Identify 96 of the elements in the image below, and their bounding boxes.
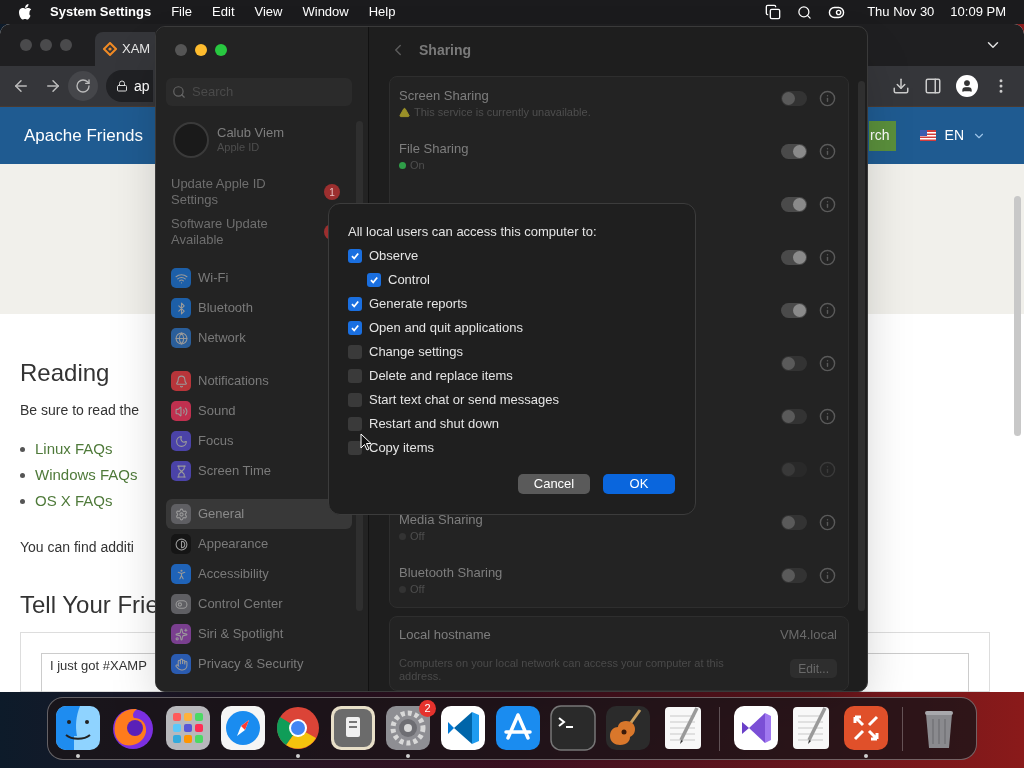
browser-tab[interactable]: XAM [95, 32, 155, 66]
person-icon [960, 79, 974, 94]
faq-link[interactable]: Windows FAQs [35, 465, 138, 485]
checkmark-icon [350, 323, 360, 333]
notification-badge: 2 [419, 700, 436, 717]
side-panel-icon[interactable] [924, 77, 942, 96]
hostname-value: VM4.local [779, 625, 837, 644]
reload-button[interactable] [68, 71, 98, 102]
checkbox[interactable] [348, 345, 362, 359]
checkbox[interactable] [348, 369, 362, 383]
toggle-switch[interactable] [781, 302, 807, 318]
checkbox[interactable] [348, 417, 362, 431]
sidebar-item[interactable]: General [166, 499, 352, 529]
dialog-title: All local users can access this computer to: [348, 223, 598, 241]
pane-title: Sharing [419, 40, 472, 60]
checkbox-label[interactable]: Delete and replace items [369, 366, 513, 386]
running-indicator [76, 754, 80, 758]
alert-badge: 1 [324, 184, 340, 200]
sidebar-item[interactable]: Privacy & Security [166, 649, 352, 679]
service-name: Bluetooth Sharing [399, 563, 503, 581]
checkbox[interactable] [348, 321, 362, 335]
minimize-button[interactable] [195, 44, 207, 56]
sidebar-item[interactable]: Accessibility [166, 559, 352, 589]
running-indicator [864, 754, 868, 758]
download-icon[interactable] [892, 77, 910, 96]
toggle-switch[interactable] [781, 143, 807, 159]
diamond-icon [103, 42, 117, 56]
dialog-button[interactable]: Cancel [518, 474, 590, 494]
screen-mirroring-icon[interactable] [765, 4, 782, 20]
checkbox[interactable] [367, 273, 381, 287]
notice-item[interactable]: Software Update Available [171, 216, 301, 248]
toggle-switch[interactable] [781, 408, 807, 424]
toggle-switch[interactable] [781, 249, 807, 265]
search-icon [172, 85, 186, 99]
checkbox-label[interactable]: Observe [369, 246, 419, 266]
checkbox-label[interactable]: Change settings [369, 342, 463, 362]
menu-item[interactable]: Edit [212, 2, 235, 22]
toggle-switch[interactable] [781, 196, 807, 212]
dock-item[interactable]: 2 [384, 704, 432, 758]
sidebar-item[interactable]: Control Center [166, 589, 352, 619]
site-brand[interactable]: Apache Friends [24, 122, 144, 149]
menu-item[interactable]: Help [368, 2, 396, 22]
app-menu[interactable]: System Settings [50, 2, 152, 22]
account-name[interactable]: Calub Viem [217, 125, 284, 140]
checkbox[interactable] [348, 393, 362, 407]
checkbox[interactable] [348, 249, 362, 263]
toggle-switch[interactable] [781, 567, 807, 583]
menu-item[interactable]: File [171, 2, 193, 22]
flag-icon [919, 130, 936, 142]
paragraph: You can find additi [20, 538, 134, 557]
menu-bar-date[interactable]: Thu Nov 30 [867, 2, 935, 22]
checkmark-icon [369, 275, 379, 285]
sidebar-item[interactable]: Appearance [166, 529, 352, 559]
hostname-label: Local hostname [399, 625, 491, 644]
search-icon[interactable] [797, 4, 813, 20]
toggle-switch[interactable] [781, 514, 807, 530]
apple-logo-icon[interactable] [18, 4, 32, 20]
page-scrollbar[interactable] [1014, 196, 1021, 436]
checkbox-label[interactable]: Restart and shut down [369, 414, 500, 434]
profile-button[interactable] [956, 75, 978, 98]
faq-link[interactable]: OS X FAQs [35, 491, 113, 511]
toggle-switch[interactable] [781, 90, 807, 106]
menu-item[interactable]: View [254, 2, 283, 22]
zoom-button[interactable] [215, 44, 227, 56]
running-indicator [296, 754, 300, 758]
bullet-icon [20, 498, 25, 504]
checkbox[interactable] [348, 441, 362, 455]
section-heading: Reading [20, 358, 110, 388]
lock-icon [116, 80, 128, 93]
paragraph: Be sure to read the [20, 401, 140, 420]
menu-item[interactable]: Window [302, 2, 349, 22]
checkmark-icon [350, 251, 360, 261]
address-bar[interactable]: ap [106, 70, 153, 103]
warning-icon [399, 106, 410, 118]
search-button[interactable]: rch [869, 120, 896, 151]
reload-icon [75, 78, 91, 95]
bullet-icon [20, 446, 25, 452]
checkbox-label[interactable]: Open and quit applications [369, 318, 523, 338]
checkbox-label[interactable]: Control [388, 270, 430, 290]
notice-item[interactable]: Update Apple ID Settings [171, 176, 301, 208]
checkbox[interactable] [348, 297, 362, 311]
menu-bar-time[interactable]: 10:09 PM [950, 2, 1006, 22]
service-name: Media Sharing [399, 510, 483, 528]
toggle-switch[interactable] [781, 355, 807, 371]
checkbox-label[interactable]: Start text chat or send messages [369, 390, 560, 410]
service-name: File Sharing [399, 139, 469, 157]
faq-link[interactable]: Linux FAQs [35, 439, 113, 459]
running-indicator [406, 754, 410, 758]
sidebar-item[interactable]: Siri & Spotlight [166, 619, 352, 649]
checkbox-label[interactable]: Copy items [369, 438, 435, 458]
checkmark-icon [350, 299, 360, 309]
service-name: Screen Sharing [399, 86, 490, 104]
language-selector[interactable]: EN [944, 125, 964, 147]
bullet-icon [20, 472, 25, 478]
checkbox-label[interactable]: Generate reports [369, 294, 468, 314]
dialog-button[interactable]: OK [603, 474, 675, 494]
